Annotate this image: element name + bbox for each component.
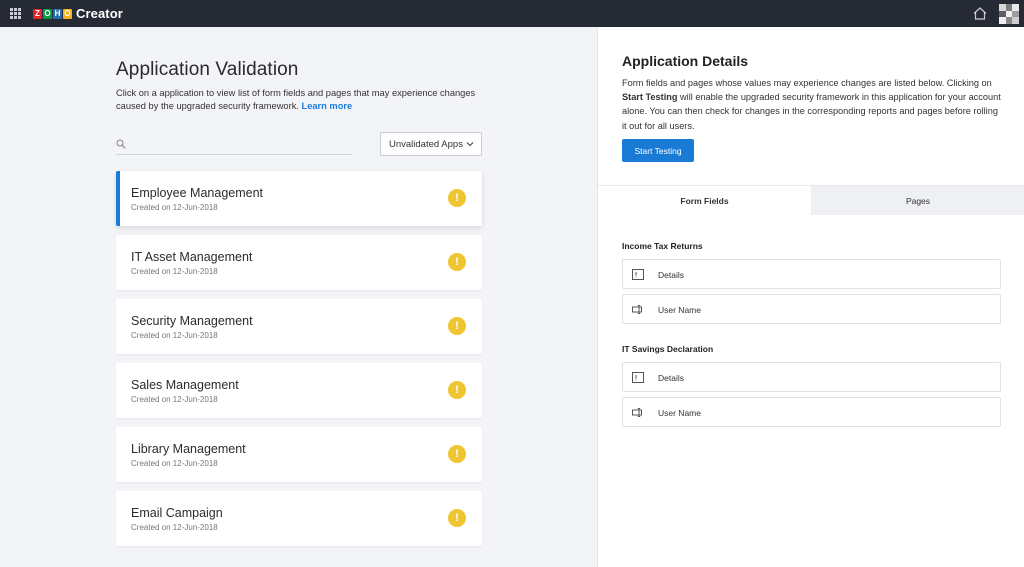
app-card-email-campaign[interactable]: Email Campaign Created on 12-Jun-2018 ! (116, 491, 482, 546)
field-label: Details (658, 373, 684, 383)
field-row[interactable]: Details (622, 362, 1001, 392)
logo-letter: H (53, 8, 62, 19)
application-list-panel: Application Validation Click on a applic… (0, 27, 597, 567)
logo-letter: O (43, 8, 52, 19)
form-section-title: Income Tax Returns (622, 241, 703, 251)
form-section-title: IT Savings Declaration (622, 344, 714, 354)
zoho-logo-icon: Z O H O (33, 8, 73, 19)
app-created-date: Created on 12-Jun-2018 (131, 331, 218, 340)
search-box (116, 133, 352, 155)
app-name: Sales Management (131, 378, 239, 392)
tab-pages[interactable]: Pages (811, 186, 1024, 215)
app-created-date: Created on 12-Jun-2018 (131, 523, 218, 532)
field-label: User Name (658, 305, 701, 315)
app-name: Employee Management (131, 186, 264, 200)
product-name: Creator (76, 6, 123, 21)
start-testing-button[interactable]: Start Testing (622, 139, 694, 162)
details-description-post: will enable the upgraded security framew… (622, 92, 1001, 131)
warning-icon: ! (448, 445, 466, 463)
filter-selected-value: Unvalidated Apps (389, 138, 463, 150)
app-created-date: Created on 12-Jun-2018 (131, 459, 218, 468)
app-name: Library Management (131, 442, 246, 456)
field-row[interactable]: Details (622, 259, 1001, 289)
single-line-field-icon (632, 408, 642, 417)
warning-icon: ! (448, 253, 466, 271)
warning-icon: ! (448, 189, 466, 207)
app-name: Email Campaign (131, 506, 223, 520)
app-filter-dropdown[interactable]: Unvalidated Apps (380, 132, 482, 156)
rich-text-field-icon (632, 269, 644, 280)
field-label: User Name (658, 408, 701, 418)
field-row[interactable]: User Name (622, 397, 1001, 427)
home-icon[interactable] (973, 7, 987, 20)
details-title: Application Details (622, 53, 749, 69)
tab-form-fields[interactable]: Form Fields (598, 186, 811, 215)
page-description: Click on a application to view list of f… (116, 87, 476, 113)
app-card-it-asset-management[interactable]: IT Asset Management Created on 12-Jun-20… (116, 235, 482, 290)
field-row[interactable]: User Name (622, 294, 1001, 324)
search-input[interactable] (132, 135, 342, 153)
app-created-date: Created on 12-Jun-2018 (131, 203, 218, 212)
warning-icon: ! (448, 381, 466, 399)
details-tabs: Form Fields Pages (598, 186, 1024, 215)
learn-more-link[interactable]: Learn more (302, 101, 353, 111)
app-name: IT Asset Management (131, 250, 253, 264)
top-navigation-bar: Z O H O Creator (0, 0, 1024, 27)
field-label: Details (658, 270, 684, 280)
app-card-employee-management[interactable]: Employee Management Created on 12-Jun-20… (116, 171, 482, 226)
app-card-security-management[interactable]: Security Management Created on 12-Jun-20… (116, 299, 482, 354)
rich-text-field-icon (632, 372, 644, 383)
logo-letter: Z (33, 8, 42, 19)
warning-icon: ! (448, 509, 466, 527)
application-details-panel: Application Details Form fields and page… (597, 27, 1024, 567)
details-description-bold: Start Testing (622, 92, 678, 103)
chevron-down-icon (466, 142, 474, 147)
logo-letter: O (63, 8, 72, 19)
search-icon (116, 139, 126, 149)
apps-grid-icon[interactable] (10, 8, 21, 19)
page-title: Application Validation (116, 59, 299, 80)
warning-icon: ! (448, 317, 466, 335)
zoho-creator-logo[interactable]: Z O H O Creator (33, 6, 123, 21)
app-created-date: Created on 12-Jun-2018 (131, 267, 218, 276)
app-name: Security Management (131, 314, 253, 328)
app-card-sales-management[interactable]: Sales Management Created on 12-Jun-2018 … (116, 363, 482, 418)
description-text: Click on a application to view list of f… (116, 88, 476, 111)
app-created-date: Created on 12-Jun-2018 (131, 395, 218, 404)
app-card-library-management[interactable]: Library Management Created on 12-Jun-201… (116, 427, 482, 482)
avatar[interactable] (999, 4, 1019, 24)
details-description: Form fields and pages whose values may e… (622, 76, 1002, 133)
details-description-pre: Form fields and pages whose values may e… (622, 78, 992, 88)
single-line-field-icon (632, 305, 642, 314)
